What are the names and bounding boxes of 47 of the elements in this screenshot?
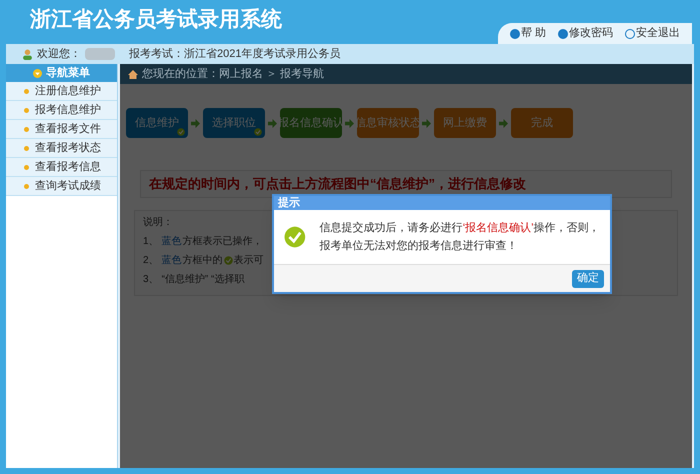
item-number: 3、 <box>143 273 159 287</box>
explanation-text: 方框中的 <box>182 254 223 268</box>
arrow-icon <box>499 118 508 128</box>
dialog-title: 提示 <box>274 196 610 210</box>
header-link[interactable]: 安全退出 <box>625 25 680 42</box>
header-link[interactable]: 修改密码 <box>558 25 613 42</box>
bullet-icon <box>24 88 29 94</box>
breadcrumb-text: 您现在的位置：网上报名 ＞ 报考导航 <box>142 66 324 82</box>
explanation-text: 表示可 <box>234 254 264 268</box>
sidebar-item[interactable]: 查看报考文件 <box>6 120 117 139</box>
blurred-username <box>85 48 115 60</box>
notice-box: 在规定的时间内，可点击上方流程图中“信息维护”，进行信息修改 <box>140 170 672 198</box>
welcome-label: 欢迎您： <box>37 46 81 62</box>
sidebar-item[interactable]: 报考信息维护 <box>6 101 117 120</box>
sidebar-item[interactable]: 查询考试成绩 <box>6 177 117 196</box>
check-icon <box>254 128 262 136</box>
confirm-button[interactable]: 确定 <box>572 270 604 288</box>
home-icon <box>128 70 138 78</box>
arrow-icon <box>268 118 277 128</box>
item-number: 2、 <box>143 254 159 268</box>
highlight-word: 蓝色 <box>162 254 182 268</box>
arrow-icon <box>422 118 431 128</box>
sidebar-item[interactable]: 注册信息维护 <box>6 82 117 101</box>
arrow-icon <box>191 118 200 128</box>
item-number: 1、 <box>143 235 159 249</box>
check-icon <box>224 256 233 265</box>
check-icon <box>177 128 185 136</box>
explanation-text: 方框表示已操作， <box>182 234 263 249</box>
system-title: 浙江省公务员考试录用系统 <box>30 7 282 33</box>
highlight-word: 蓝色 <box>162 234 182 249</box>
sidebar-item[interactable]: 查看报考信息 <box>6 158 117 177</box>
bullet-icon <box>24 184 29 188</box>
bullet-icon <box>24 146 29 150</box>
dialog-message: 信息提交成功后，请务必进行‘报名信息确认’操作，否则，报考单位无法对您的报考信息进行审查！ <box>320 220 600 254</box>
explanation-text: “信息维护” “选择职 <box>162 272 244 287</box>
sidebar-item[interactable]: 查看报考状态 <box>6 139 117 158</box>
user-icon <box>22 48 33 60</box>
bullet-icon <box>24 108 29 112</box>
success-icon <box>284 226 306 248</box>
exam-label: 报考考试：浙江省2021年度考试录用公务员 <box>129 46 340 62</box>
bullet-icon <box>24 126 29 132</box>
bullet-icon <box>24 164 29 170</box>
arrow-icon <box>345 118 354 128</box>
caret-icon <box>33 68 42 78</box>
sidebar-title-text: 导航菜单 <box>46 66 90 81</box>
header-link[interactable]: 帮 助 <box>510 25 546 42</box>
explanation-title: 说明： <box>143 216 173 230</box>
